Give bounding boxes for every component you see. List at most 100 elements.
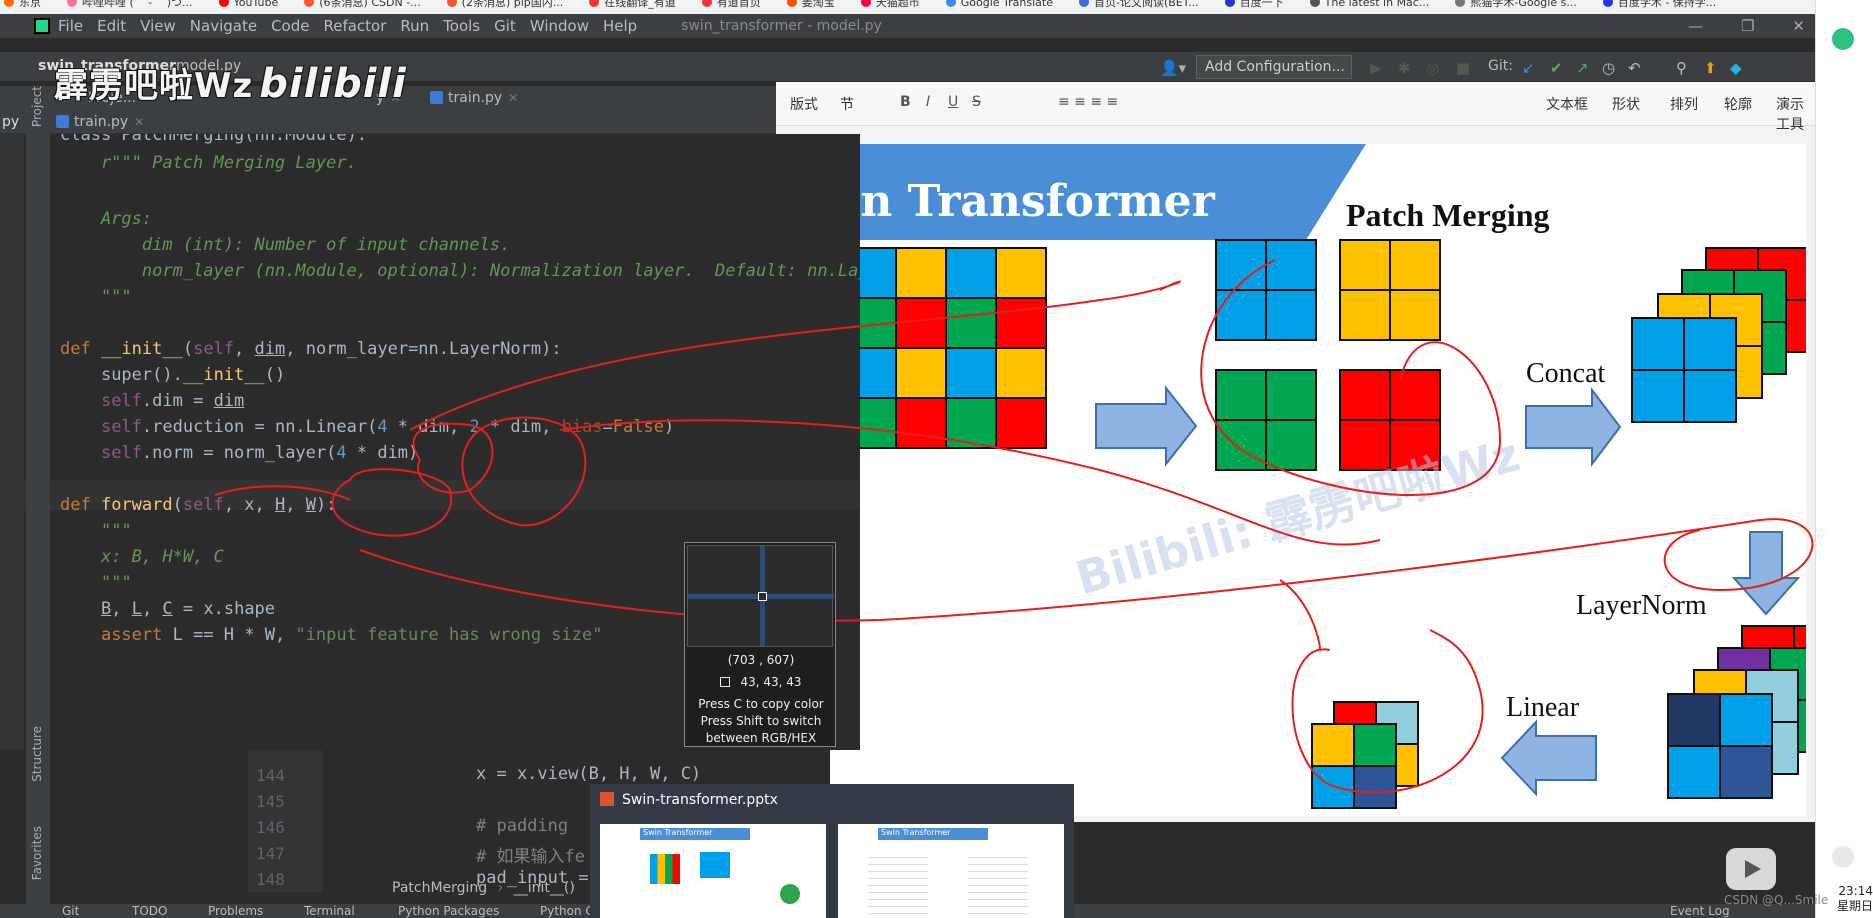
- paragraph-align-icon[interactable]: ≡ ≡ ≡ ≡: [1058, 94, 1118, 110]
- thumb1-check-icon: [780, 884, 800, 904]
- bookmark-item[interactable]: 熊猫学术-Google s...: [1451, 0, 1577, 8]
- bookmark-item[interactable]: 百度一下: [1221, 0, 1284, 8]
- ribbon-shape[interactable]: 形状: [1612, 94, 1640, 114]
- run-configuration-dropdown[interactable]: Add Configuration...: [1196, 55, 1352, 79]
- background-code-line[interactable]: x = x.view(B, H, W, C): [476, 764, 701, 784]
- ribbon-textbox[interactable]: 文本框: [1546, 94, 1588, 114]
- status-python-console[interactable]: Python C: [540, 904, 594, 918]
- menu-edit[interactable]: Edit: [97, 17, 126, 35]
- block-cell: [1215, 289, 1267, 341]
- code-line-assert[interactable]: assert L == H * W, "input feature has wr…: [60, 620, 603, 650]
- tab-train-lower[interactable]: train.py ✕: [56, 114, 144, 130]
- bookmark-item[interactable]: 姜淘宝: [783, 0, 835, 8]
- bookmark-item[interactable]: The latest in Mac...: [1306, 0, 1429, 8]
- menu-refactor[interactable]: Refactor: [323, 17, 386, 35]
- bookmark-item[interactable]: YouTube: [215, 0, 278, 8]
- play-icon[interactable]: [1726, 848, 1776, 890]
- debug-icon[interactable]: ✱: [1398, 59, 1411, 77]
- bookmark-item[interactable]: (2条消息) pip国内...: [443, 0, 563, 8]
- menu-git[interactable]: Git: [494, 17, 516, 35]
- bookmark-item[interactable]: 天猫超市: [857, 0, 920, 8]
- breadcrumb-class[interactable]: PatchMerging: [392, 880, 487, 896]
- preview-thumbnail-1[interactable]: Swin Transformer: [600, 824, 826, 918]
- code-breadcrumb: PatchMerging › __init__(): [392, 880, 575, 896]
- thumb2-grid-b: [968, 854, 1028, 914]
- stop-icon[interactable]: ■: [1456, 59, 1470, 77]
- code-line-norm[interactable]: self.norm = norm_layer(4 * dim): [60, 438, 418, 468]
- update-icon[interactable]: ⬆: [1704, 59, 1717, 77]
- ribbon-outline[interactable]: 轮廓: [1724, 94, 1752, 114]
- ribbon-layout[interactable]: 版式: [790, 94, 818, 114]
- code-line-docstring[interactable]: r""" Patch Merging Layer.: [60, 148, 357, 178]
- background-code-line[interactable]: # 如果输入fe: [476, 842, 585, 867]
- git-commit-icon[interactable]: ✔: [1550, 59, 1563, 77]
- block-cell: [1265, 419, 1317, 471]
- bookmark-item[interactable]: 有道首页: [698, 0, 761, 8]
- bookmark-favicon-icon: [1602, 0, 1613, 7]
- status-todo[interactable]: TODO: [132, 904, 167, 918]
- ribbon-presenter[interactable]: 演示工具: [1776, 94, 1815, 134]
- close-icon[interactable]: ✕: [1792, 17, 1805, 35]
- preview-thumbnail-2[interactable]: Swin Transformer: [838, 824, 1064, 918]
- history-icon[interactable]: ◷: [1602, 59, 1615, 77]
- bold-icon[interactable]: B: [900, 94, 911, 110]
- menu-file[interactable]: File: [58, 17, 83, 35]
- italic-icon[interactable]: I: [926, 94, 930, 110]
- project-tool-button[interactable]: Project: [30, 86, 44, 127]
- minimize-icon[interactable]: —: [1688, 17, 1703, 35]
- menu-view[interactable]: View: [140, 17, 176, 35]
- run-icon[interactable]: ▶: [1370, 59, 1382, 77]
- structure-tool-button[interactable]: Structure: [30, 726, 44, 782]
- underline-icon[interactable]: U: [948, 94, 958, 110]
- status-terminal[interactable]: Terminal: [304, 904, 355, 918]
- ppt-file-icon: [600, 792, 614, 806]
- git-update-icon[interactable]: ↙: [1522, 59, 1535, 77]
- user-icon[interactable]: 👤▾: [1160, 59, 1186, 77]
- background-code-line[interactable]: # padding: [476, 816, 568, 836]
- menu-run[interactable]: Run: [400, 17, 429, 35]
- tray-icon[interactable]: [1832, 846, 1854, 868]
- strikethrough-icon[interactable]: S: [972, 94, 981, 110]
- menu-code[interactable]: Code: [271, 17, 309, 35]
- coverage-icon[interactable]: ◎: [1426, 59, 1439, 77]
- breadcrumb-method[interactable]: __init__(): [514, 880, 575, 896]
- search-icon[interactable]: ⚲: [1676, 59, 1687, 77]
- app-tray-icon[interactable]: [1832, 28, 1854, 50]
- bookmark-item[interactable]: 百度学术 - 保持学...: [1599, 0, 1716, 8]
- slide: Swin Transformer Patch Merging Concat La…: [806, 144, 1806, 816]
- close-tab-icon[interactable]: ✕: [508, 91, 518, 105]
- menu-window[interactable]: Window: [530, 17, 589, 35]
- ribbon-arrange[interactable]: 排列: [1670, 94, 1698, 114]
- status-git[interactable]: Git: [62, 904, 79, 918]
- bookmark-item[interactable]: 哔哩哔哩 ( ゜- ゜)つ...: [63, 0, 193, 8]
- plugin-icon[interactable]: ◆: [1730, 59, 1742, 77]
- ribbon-section[interactable]: 节: [840, 94, 854, 114]
- status-problems[interactable]: Problems: [208, 904, 263, 918]
- close-tab-icon[interactable]: ✕: [134, 115, 144, 129]
- favorites-tool-button[interactable]: Favorites: [30, 826, 44, 880]
- git-push-icon[interactable]: ↗: [1576, 59, 1589, 77]
- output-cell: [1311, 765, 1355, 809]
- menu-help[interactable]: Help: [603, 17, 637, 35]
- bookmark-item[interactable]: (6条消息) CSDN -...: [300, 0, 421, 8]
- menu-navigate[interactable]: Navigate: [190, 17, 257, 35]
- bookmark-item[interactable]: 首页-论文阅读(BET...: [1075, 0, 1199, 8]
- thumb1-title: Swin Transformer: [640, 828, 750, 840]
- status-python-packages[interactable]: Python Packages: [398, 904, 499, 918]
- picker-rgb: 43, 43, 43: [685, 675, 837, 689]
- line-number: 146: [256, 818, 285, 837]
- code-line-doc-end[interactable]: """: [60, 282, 132, 312]
- video-watermark: 霹雳吧啦Wz bilibili: [54, 58, 407, 107]
- rollback-icon[interactable]: ↶: [1628, 59, 1641, 77]
- status-event-log[interactable]: Event Log: [1670, 904, 1730, 918]
- bookmark-label: Google Translate: [960, 0, 1053, 9]
- tab-train-upper[interactable]: train.py ✕: [430, 90, 518, 106]
- bookmark-item[interactable]: Google Translate: [942, 0, 1053, 8]
- restore-icon[interactable]: ❐: [1741, 17, 1754, 35]
- bookmark-item[interactable]: 东京: [0, 0, 41, 8]
- bookmark-item[interactable]: 在线翻译_有道: [585, 0, 676, 8]
- code-text: class PatchMerging(nn.Module):: [60, 134, 368, 145]
- code-line-norm-doc[interactable]: norm_layer (nn.Module, optional): Normal…: [60, 256, 860, 286]
- menu-tools[interactable]: Tools: [443, 17, 480, 35]
- block-cell: [1339, 289, 1391, 341]
